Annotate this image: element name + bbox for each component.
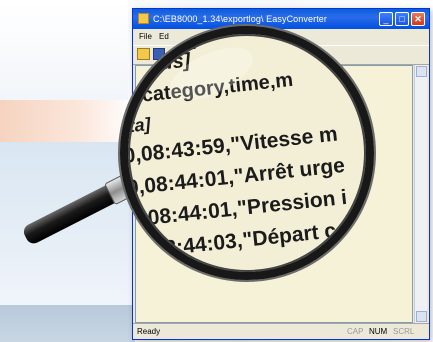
background-bottom-panel (0, 305, 135, 342)
scroll-down-button[interactable] (416, 311, 427, 322)
status-num: NUM (369, 327, 388, 336)
app-icon (138, 13, 149, 24)
close-button[interactable]: ✕ (411, 12, 425, 26)
vertical-scrollbar[interactable] (414, 65, 427, 323)
scroll-up-button[interactable] (416, 66, 427, 77)
title-bar[interactable]: C:\EB8000_1.34\exportlog\ EasyConverter … (133, 9, 429, 29)
minimize-button[interactable]: _ (379, 12, 393, 26)
magnifier-rim (120, 26, 374, 280)
status-scrl: SCRL (393, 327, 415, 336)
status-cap: CAP (347, 327, 364, 336)
status-ready: Ready (137, 327, 161, 336)
maximize-button[interactable]: □ (395, 12, 409, 26)
background-peach-band (0, 100, 135, 142)
status-bar: Ready CAP NUM SCRL (133, 323, 429, 339)
